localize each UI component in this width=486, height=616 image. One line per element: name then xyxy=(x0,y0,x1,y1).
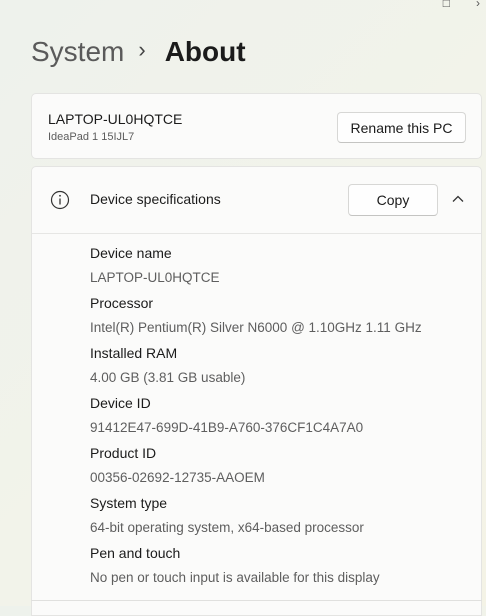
window-icon[interactable]: □ xyxy=(443,0,450,10)
spec-value: Intel(R) Pentium(R) Silver N6000 @ 1.10G… xyxy=(90,320,422,335)
pc-model: IdeaPad 1 15IJL7 xyxy=(48,131,135,143)
spec-system-type: System type 64-bit operating system, x64… xyxy=(90,494,422,544)
spec-label: Pen and touch xyxy=(90,545,181,561)
spec-pen-and-touch: Pen and touch No pen or touch input is a… xyxy=(90,544,422,594)
spec-list: Device name LAPTOP-UL0HQTCE Processor In… xyxy=(90,244,422,594)
spec-device-name: Device name LAPTOP-UL0HQTCE xyxy=(90,244,422,294)
spec-device-id: Device ID 91412E47-699D-41B9-A760-376CF1… xyxy=(90,394,422,444)
breadcrumb-separator-icon: › xyxy=(138,37,146,62)
page-title: About xyxy=(164,36,246,67)
chevron-up-icon[interactable] xyxy=(450,191,466,207)
info-icon xyxy=(50,190,70,210)
device-specifications-card: Device specifications Copy Device name L… xyxy=(31,166,482,616)
spec-value: No pen or touch input is available for t… xyxy=(90,570,380,585)
spec-label: System type xyxy=(90,495,168,511)
rename-pc-button[interactable]: Rename this PC xyxy=(337,112,466,143)
device-specifications-title: Device specifications xyxy=(90,191,221,207)
copy-button[interactable]: Copy xyxy=(348,184,438,216)
device-specifications-header[interactable]: Device specifications Copy xyxy=(32,167,481,234)
spec-label: Device ID xyxy=(90,395,151,411)
chevron-icon[interactable]: › xyxy=(476,0,480,10)
breadcrumb: System › About xyxy=(31,36,246,68)
spec-value: 4.00 GB (3.81 GB usable) xyxy=(90,370,246,385)
spec-label: Product ID xyxy=(90,445,157,461)
spec-product-id: Product ID 00356-02692-12735-AAOEM xyxy=(90,444,422,494)
window-controls: □ › xyxy=(443,0,480,10)
spec-value: LAPTOP-UL0HQTCE xyxy=(90,270,220,285)
breadcrumb-system[interactable]: System xyxy=(31,36,124,68)
spec-label: Device name xyxy=(90,245,172,261)
pc-name-card: LAPTOP-UL0HQTCE IdeaPad 1 15IJL7 Rename … xyxy=(31,93,482,159)
divider xyxy=(31,600,482,601)
spec-label: Processor xyxy=(90,295,154,311)
spec-processor: Processor Intel(R) Pentium(R) Silver N60… xyxy=(90,294,422,344)
spec-label: Installed RAM xyxy=(90,345,178,361)
spec-value: 64-bit operating system, x64-based proce… xyxy=(90,520,364,535)
spec-installed-ram: Installed RAM 4.00 GB (3.81 GB usable) xyxy=(90,344,422,394)
spec-value: 91412E47-699D-41B9-A760-376CF1C4A7A0 xyxy=(90,420,364,435)
pc-name: LAPTOP-UL0HQTCE xyxy=(48,111,183,127)
spec-value: 00356-02692-12735-AAOEM xyxy=(90,470,265,485)
